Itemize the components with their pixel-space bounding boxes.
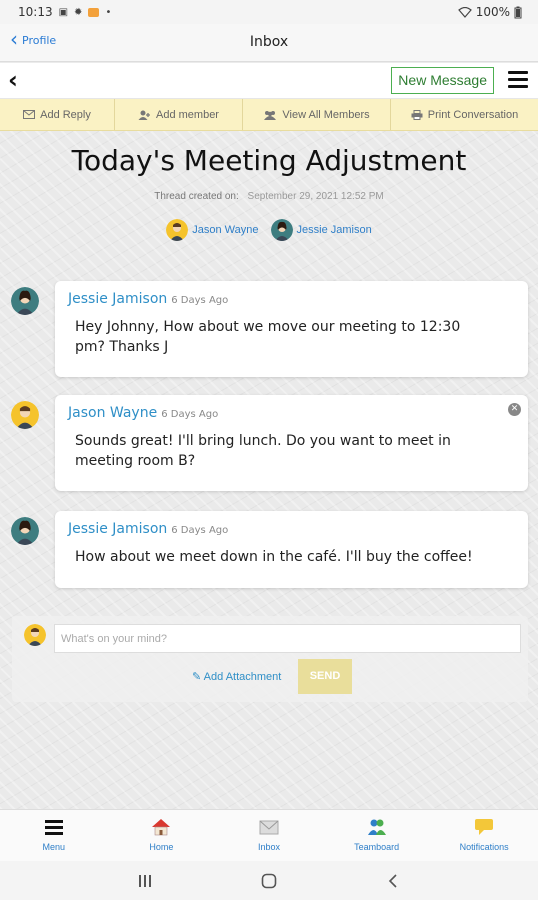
recent-apps-icon[interactable]: [130, 870, 160, 892]
avatar: [11, 401, 39, 429]
notifications-icon: [474, 816, 494, 838]
add-reply-label: Add Reply: [40, 108, 91, 121]
hamburger-menu-icon[interactable]: [508, 71, 528, 92]
message-item: Jason Wayne 6 Days Ago ✕ Sounds great! I…: [0, 395, 538, 493]
nav-label: Home: [149, 842, 174, 852]
status-left: 10:13 ▣ ✹ •: [18, 5, 111, 19]
participant-jessie-jamison[interactable]: Jessie Jamison: [270, 219, 372, 241]
message-body: Sounds great! I'll bring lunch. Do you w…: [75, 433, 451, 469]
message-header: Jessie Jamison 6 Days Ago: [68, 291, 228, 307]
avatar: [24, 624, 46, 646]
nav-teamboard[interactable]: Teamboard: [323, 810, 431, 861]
participants: Jason Wayne Jessie Jamison: [0, 219, 538, 241]
message-header: Jessie Jamison 6 Days Ago: [68, 521, 228, 537]
status-bar: 10:13 ▣ ✹ • 100%: [0, 0, 538, 24]
app-notification-icon: [88, 7, 100, 17]
conversation-area: Today's Meeting Adjustment Thread create…: [0, 131, 538, 809]
delete-message-icon[interactable]: ✕: [508, 403, 521, 416]
avatar: [166, 219, 189, 241]
view-all-members-label: View All Members: [282, 108, 370, 121]
nav-label: Teamboard: [354, 842, 400, 852]
nav-inbox[interactable]: Inbox: [215, 810, 323, 861]
action-bar: Add Reply Add member View All Members Pr…: [0, 99, 538, 131]
home-icon: [151, 816, 171, 838]
thread-title: Today's Meeting Adjustment: [71, 144, 467, 177]
dot-notification-icon: •: [105, 6, 112, 18]
message-card: Jessie Jamison 6 Days Ago How about we m…: [55, 511, 528, 588]
message-header: Jason Wayne 6 Days Ago: [68, 405, 218, 421]
send-button[interactable]: SEND: [298, 659, 352, 694]
thread-meta: Thread created on: September 29, 2021 12…: [0, 191, 538, 202]
nav-notifications[interactable]: Notifications: [430, 810, 538, 861]
avatar: [11, 287, 39, 315]
message-author[interactable]: Jason Wayne: [68, 405, 157, 421]
message-item: Jessie Jamison 6 Days Ago Hey Johnny, Ho…: [0, 281, 538, 379]
message-body: How about we meet down in the café. I'll…: [75, 549, 473, 565]
avatar: [270, 219, 293, 241]
envelope-icon: [23, 110, 36, 119]
avatar: [11, 517, 39, 545]
battery-icon: [514, 6, 522, 18]
thread-created-date: September 29, 2021 12:52 PM: [247, 191, 384, 202]
nav-label: Inbox: [257, 842, 280, 852]
add-member-label: Add member: [156, 108, 219, 121]
members-icon: [264, 110, 277, 120]
nav-label: Menu: [42, 842, 66, 852]
message-author[interactable]: Jessie Jamison: [68, 521, 167, 537]
menu-icon: [44, 816, 63, 838]
toolbar: ‹ New Message: [0, 63, 538, 99]
print-conversation-button[interactable]: Print Conversation: [391, 99, 538, 130]
add-member-button[interactable]: Add member: [115, 99, 243, 130]
nav-label: Notifications: [459, 842, 509, 852]
back-arrow-icon[interactable]: ‹: [8, 66, 18, 94]
page-title: Inbox: [249, 34, 289, 50]
wifi-icon: [457, 6, 472, 18]
add-attachment-label: Add Attachment: [203, 671, 282, 683]
status-time: 10:13: [18, 5, 53, 19]
message-body: Hey Johnny, How about we move our meetin…: [75, 319, 461, 355]
message-time: 6 Days Ago: [171, 525, 229, 536]
teamboard-icon: [367, 816, 387, 838]
message-input[interactable]: [54, 624, 521, 653]
print-conversation-label: Print Conversation: [427, 108, 519, 121]
message-card: Jessie Jamison 6 Days Ago Hey Johnny, Ho…: [55, 281, 528, 377]
message-card: Jason Wayne 6 Days Ago ✕ Sounds great! I…: [55, 395, 528, 491]
compose-box: ✎ Add Attachment SEND: [12, 616, 528, 702]
participant-name: Jason Wayne: [192, 224, 259, 236]
paperclip-icon: ✎: [192, 671, 202, 683]
inbox-icon: [259, 816, 279, 838]
system-nav-bar: [0, 861, 538, 900]
image-notification-icon: ▣: [58, 6, 69, 18]
view-all-members-button[interactable]: View All Members: [243, 99, 391, 130]
home-button-icon[interactable]: [254, 870, 284, 892]
thread-created-label: Thread created on:: [154, 191, 239, 202]
participant-jason-wayne[interactable]: Jason Wayne: [166, 219, 259, 241]
app-header: ‹ Profile Inbox: [0, 24, 538, 62]
add-user-icon: [138, 110, 150, 120]
system-back-icon[interactable]: [378, 870, 408, 892]
nav-menu[interactable]: Menu: [0, 810, 108, 861]
new-message-button[interactable]: New Message: [391, 67, 494, 94]
status-right: 100%: [457, 5, 522, 19]
bottom-nav: Menu Home Inbox Teamboard Notifications: [0, 809, 538, 861]
settings-notification-icon: ✹: [74, 6, 83, 18]
message-time: 6 Days Ago: [171, 295, 229, 306]
participant-name: Jessie Jamison: [296, 224, 372, 236]
printer-icon: [411, 109, 423, 120]
message-item: Jessie Jamison 6 Days Ago How about we m…: [0, 511, 538, 591]
add-attachment-button[interactable]: ✎ Add Attachment: [192, 670, 281, 683]
nav-home[interactable]: Home: [108, 810, 216, 861]
battery-percent: 100%: [475, 5, 510, 19]
add-reply-button[interactable]: Add Reply: [0, 99, 115, 130]
message-author[interactable]: Jessie Jamison: [68, 291, 167, 307]
message-time: 6 Days Ago: [161, 409, 219, 420]
